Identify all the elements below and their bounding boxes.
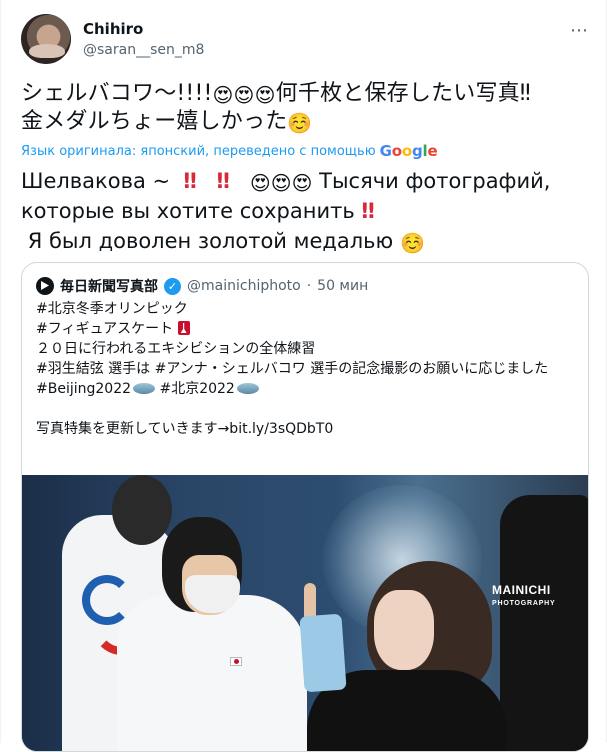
heart-eyes-icon: 😍 (233, 83, 255, 107)
background-skater-head (112, 475, 172, 545)
author-handle[interactable]: @saran__sen_m8 (83, 42, 204, 58)
translation-attribution-text: Язык оригинала: японский, переведено с п… (21, 143, 376, 159)
author-avatar[interactable] (21, 14, 71, 64)
tweet: Chihiro @saran__sen_m8 ⋯ シェルバコワ〜!!!!😍😍😍何… (0, 0, 607, 752)
japan-flag-badge (230, 657, 242, 666)
double-exclamation-icon: ‼ (361, 199, 375, 223)
quoted-tweet-header: 毎日新聞写真部 ✓ @mainichiphoto · 50 мин (36, 275, 368, 297)
quote-text-line: #羽生結弦 選手は #アンナ・シェルバコワ 選手の記念撮影のお願いに応じました (36, 361, 549, 377)
original-text-line1-cont: 何千枚と保存したい写真‼ (275, 81, 531, 106)
heart-eyes-icon: 😍 (254, 83, 276, 107)
quoted-tweet-time[interactable]: 50 мин (317, 278, 368, 294)
heart-eyes-icon: 😍 (212, 83, 234, 107)
original-text-line1: シェルバコワ〜!!!! (21, 81, 213, 106)
photo-watermark: MAINICHI PHOTOGRAPHY (492, 583, 556, 611)
tweet-header: Chihiro @saran__sen_m8 ⋯ (21, 14, 591, 64)
olympic-hashflag-icon (133, 383, 156, 394)
verified-badge-icon: ✓ (164, 277, 181, 295)
heart-eyes-icon: 😍 (249, 171, 271, 195)
watermark-subtitle: PHOTOGRAPHY (492, 600, 556, 607)
quoted-tweet-card[interactable]: 毎日新聞写真部 ✓ @mainichiphoto · 50 мин #北京冬季オ… (21, 262, 589, 752)
google-logo: Google (379, 142, 438, 160)
olympic-hashflag-icon (236, 383, 259, 394)
original-tweet-text: シェルバコワ〜!!!!😍😍😍何千枚と保存したい写真‼ 金メダルちょー嬉しかった☺… (21, 80, 591, 136)
quote-link-line[interactable]: 写真特集を更新していきます→bit.ly/3sQDbT0 (36, 421, 333, 437)
hashtag-line[interactable]: #北京冬季オリンピック (36, 301, 188, 317)
quote-text-line: ２０日に行われるエキシビションの全体練習 (36, 341, 316, 357)
ice-skate-icon (177, 321, 190, 335)
smartphone (299, 613, 347, 693)
heart-eyes-icon: 😍 (270, 171, 292, 195)
hashtag-beijing2022-jp[interactable]: #北京2022 (159, 381, 234, 397)
translation-line3: Я был доволен золотой медалью (27, 229, 394, 253)
quoted-author-handle[interactable]: @mainichiphoto (187, 278, 301, 294)
author-name[interactable]: Chihiro (83, 20, 143, 38)
quoted-tweet-photo[interactable]: MAINICHI PHOTOGRAPHY (22, 475, 588, 751)
double-exclamation-icon: ‼ (216, 169, 230, 193)
quoted-author-avatar[interactable] (36, 277, 54, 295)
hashtag-line[interactable]: #フィギュアスケート (36, 321, 173, 337)
quoted-author-name[interactable]: 毎日新聞写真部 (60, 276, 158, 296)
double-exclamation-icon: ‼ (183, 169, 197, 193)
translation-line2: которые вы хотите сохранить (21, 199, 355, 223)
smile-blush-icon: ☺️ (399, 231, 425, 255)
quoted-tweet-body: #北京冬季オリンピック #フィギュアスケート ２０日に行われるエキシビションの全… (36, 299, 576, 439)
watermark-title: MAINICHI (492, 583, 551, 597)
translated-tweet-text: Шелвакова ~ ‼ ‼ 😍😍😍 Тысячи фотографий, к… (21, 166, 596, 256)
right-skater (500, 495, 588, 751)
separator-dot: · (306, 278, 312, 294)
translation-line1a: Шелвакова ~ (21, 169, 171, 193)
skater-girl-face (374, 590, 434, 670)
hashtag-beijing2022[interactable]: #Beijing2022 (36, 381, 131, 397)
translation-attribution[interactable]: Язык оригинала: японский, переведено с п… (21, 142, 591, 160)
smile-blush-icon: ☺️ (287, 111, 313, 135)
more-options-icon[interactable]: ⋯ (570, 20, 589, 41)
translation-line1b: Тысячи фотографий, (319, 169, 551, 193)
heart-eyes-icon: 😍 (291, 171, 313, 195)
skater-in-white-jacket (117, 595, 307, 751)
original-text-line2: 金メダルちょー嬉しかった (21, 109, 288, 134)
